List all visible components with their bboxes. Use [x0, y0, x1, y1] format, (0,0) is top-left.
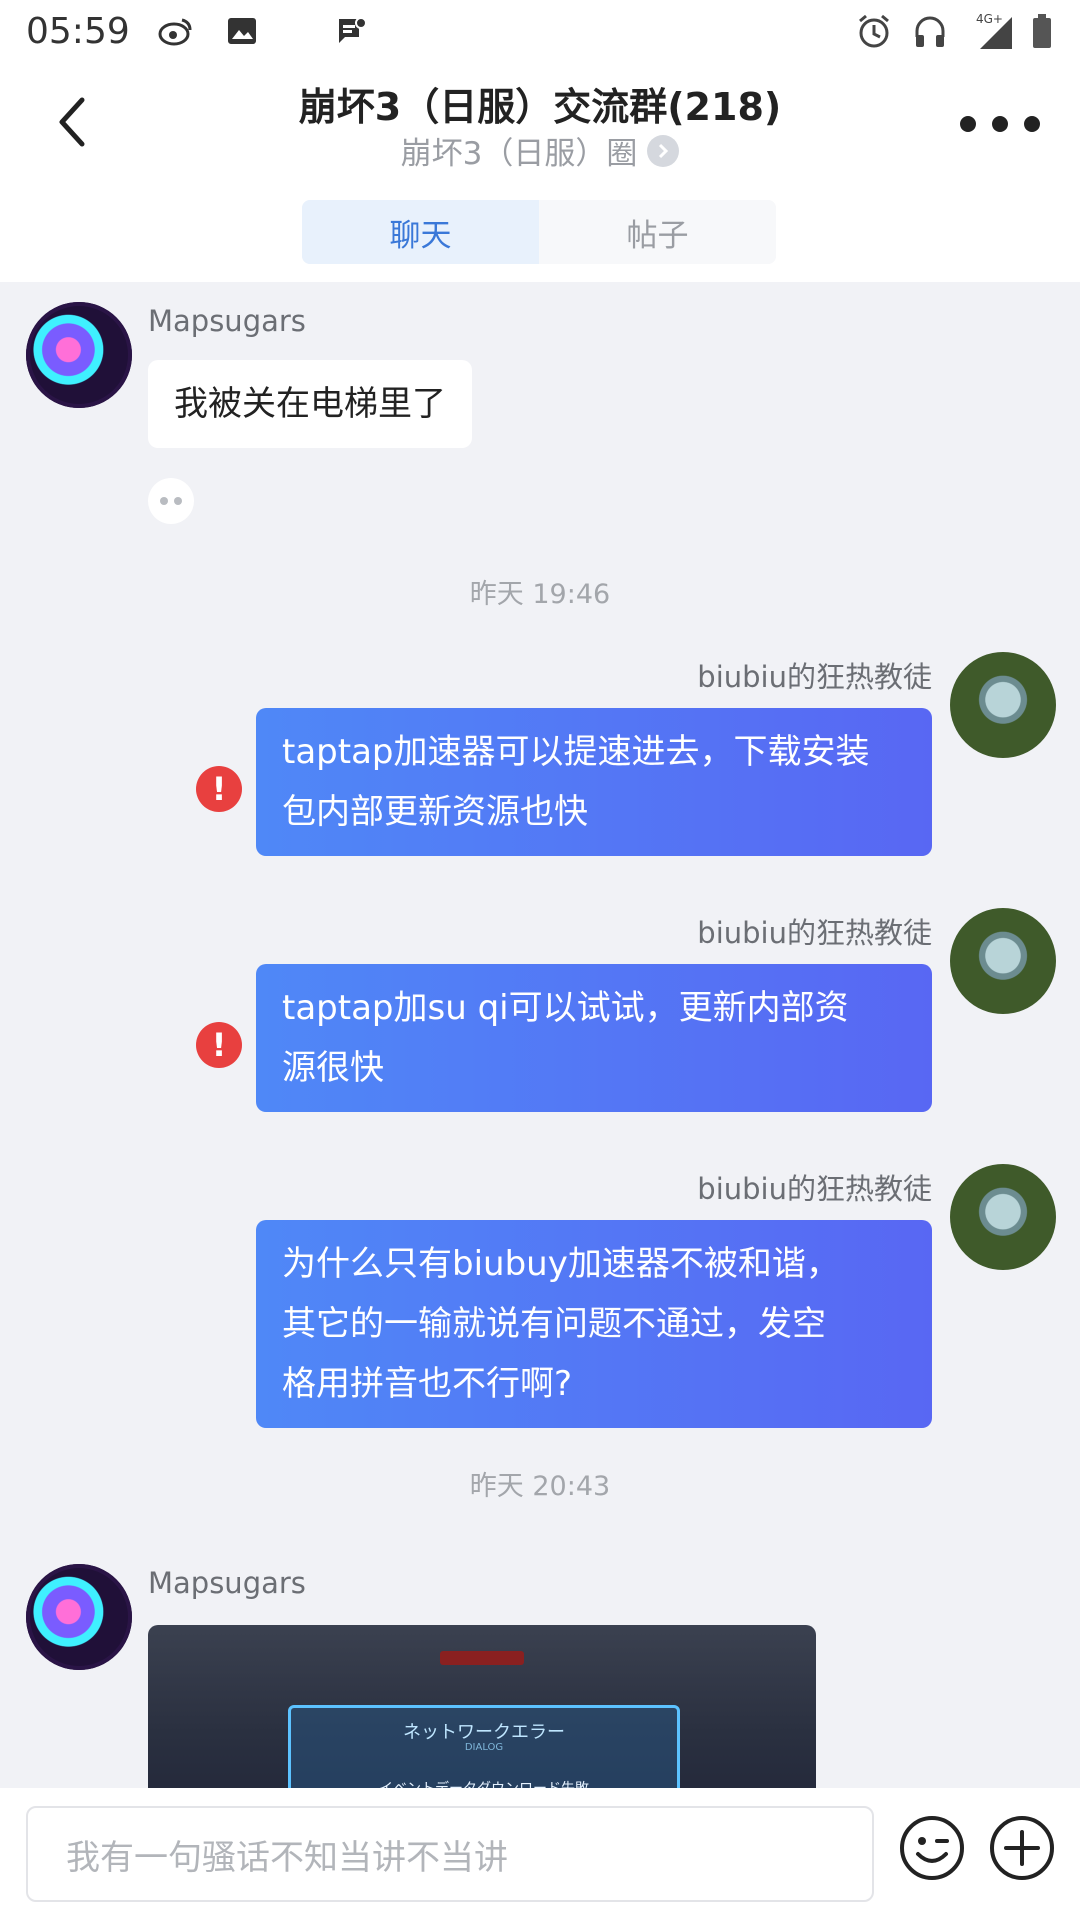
message-line: 格用拼音也不行啊? [282, 1364, 573, 1404]
avatar[interactable] [950, 652, 1056, 758]
emoji-icon [900, 1816, 964, 1880]
message-username: biubiu的狂热教徒 [697, 1172, 932, 1206]
headphones-icon [910, 11, 950, 51]
message-bubble[interactable]: taptap加速器可以提速进去，下载安装 包内部更新资源也快 [256, 708, 932, 856]
chat-header: 崩坏3（日服）交流群(218) 崩坏3（日服）圈 聊天 帖子 [0, 62, 1080, 282]
avatar[interactable] [950, 908, 1056, 1014]
emoji-button[interactable] [898, 1814, 966, 1882]
tab-chat[interactable]: 聊天 [302, 200, 539, 264]
status-bar: 05:59 4G+ [0, 0, 1080, 62]
message-bubble[interactable]: 为什么只有biubuy加速器不被和谐， 其它的一输就说有问题不通过，发空 格用拼… [256, 1220, 932, 1428]
signal-icon: 4G+ [966, 11, 1014, 51]
avatar[interactable] [26, 302, 132, 408]
chevron-right-icon [647, 134, 680, 167]
exclamation-icon[interactable]: ! [196, 1022, 242, 1068]
image-dialog-text: イベントデータダウンロード失敗 [291, 1778, 677, 1788]
group-title: 崩坏3（日服）交流群(218) [298, 85, 782, 129]
message-username: biubiu的狂热教徒 [697, 660, 932, 694]
message-line: 源很快 [282, 1048, 384, 1088]
battery-icon [1030, 11, 1054, 51]
message-line: 包内部更新资源也快 [282, 792, 588, 832]
message-username: Mapsugars [148, 1566, 306, 1600]
avatar[interactable] [26, 1564, 132, 1670]
message-username: biubiu的狂热教徒 [697, 916, 932, 950]
input-bar: 我有一句骚话不知当讲不当讲 [0, 1788, 1080, 1920]
status-time: 05:59 [26, 10, 130, 52]
image-dialog: ネットワークエラー DIALOG イベントデータダウンロード失敗 [288, 1705, 680, 1788]
more-dots-icon [960, 116, 976, 132]
message-line: taptap加su qi可以试试，更新内部资 [282, 988, 849, 1028]
plus-circle-icon [990, 1816, 1054, 1880]
message-username: Mapsugars [148, 304, 306, 338]
tab-bar: 聊天 帖子 [302, 200, 776, 264]
message-bubble[interactable]: taptap加su qi可以试试，更新内部资 源很快 [256, 964, 932, 1112]
image-dialog-title: ネットワークエラー [403, 1722, 565, 1743]
tab-posts[interactable]: 帖子 [539, 200, 776, 264]
group-subtitle: 崩坏3（日服）圈 [400, 136, 638, 172]
alarm-icon [854, 11, 894, 51]
more-button[interactable] [960, 104, 1040, 144]
timestamp: 昨天 20:43 [469, 1471, 611, 1502]
image-tag [440, 1651, 524, 1665]
group-circle-link[interactable]: 崩坏3（日服）圈 [0, 128, 1080, 173]
message-input[interactable]: 我有一句骚话不知当讲不当讲 [26, 1806, 874, 1902]
message-bubble[interactable]: 我被关在电梯里了 [148, 360, 472, 448]
message-line: 其它的一输就说有问题不通过，发空 [282, 1304, 826, 1344]
weibo-icon [156, 11, 196, 51]
exclamation-icon[interactable]: ! [196, 766, 242, 812]
chat-area[interactable]: Mapsugars 我被关在电梯里了 昨天 19:46 biubiu的狂热教徒 … [0, 282, 1080, 1788]
reaction-button[interactable] [148, 478, 194, 524]
timestamp: 昨天 19:46 [469, 579, 611, 610]
gallery-icon [222, 11, 262, 51]
image-message[interactable]: ネットワークエラー DIALOG イベントデータダウンロード失敗 [148, 1625, 816, 1788]
message-icon [332, 11, 372, 51]
message-line: taptap加速器可以提速进去，下载安装 [282, 732, 870, 772]
avatar[interactable] [950, 1164, 1056, 1270]
image-dialog-sub: DIALOG [464, 1742, 504, 1753]
plus-button[interactable] [988, 1814, 1056, 1882]
network-label: 4G+ [976, 12, 1003, 26]
message-line: 为什么只有biubuy加速器不被和谐， [282, 1244, 840, 1284]
